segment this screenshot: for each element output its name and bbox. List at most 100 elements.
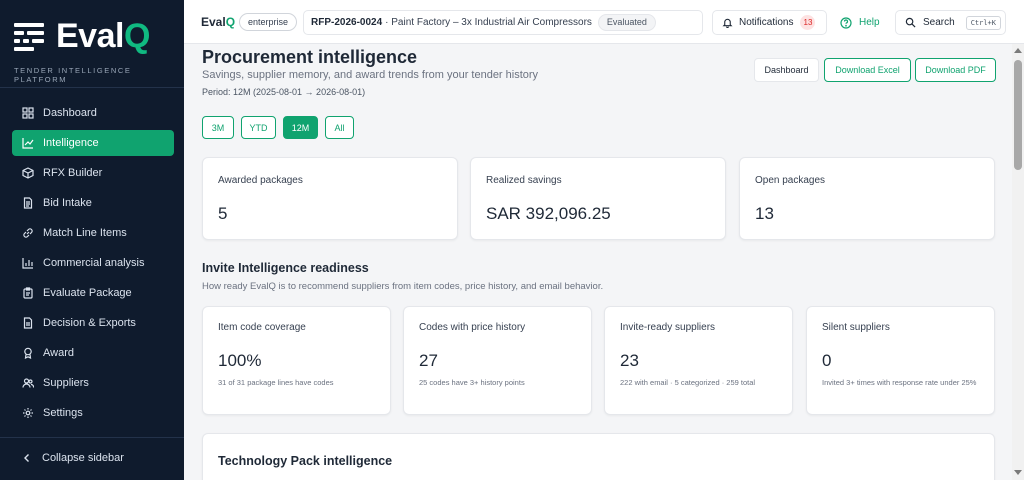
link-icon (23, 228, 33, 238)
scroll-up-arrow-icon[interactable] (1014, 48, 1022, 53)
sidebar-item-label: Suppliers (43, 377, 89, 389)
range-ytd-button[interactable]: YTD (241, 116, 276, 139)
search-button[interactable]: Search Ctrl+K (895, 10, 1006, 35)
download-pdf-button[interactable]: Download PDF (915, 58, 996, 82)
main-content: Procurement intelligence Savings, suppli… (184, 44, 1012, 480)
sidebar-nav: Dashboard Intelligence RFX Builder Bid I… (12, 100, 174, 430)
readiness-note: Invited 3+ times with response rate unde… (822, 378, 977, 387)
rfp-status-badge: Evaluated (597, 14, 656, 31)
dashboard-button[interactable]: Dashboard (754, 58, 819, 82)
kpi-value: 5 (218, 204, 228, 223)
download-excel-button[interactable]: Download Excel (824, 58, 911, 82)
users-icon (22, 378, 34, 388)
collapse-sidebar-button[interactable]: Collapse sidebar (22, 452, 124, 464)
kpi-value: 13 (755, 204, 774, 223)
readiness-value: 0 (822, 351, 832, 370)
range-12m-button[interactable]: 12M (283, 116, 318, 139)
sidebar-item-rfx-builder[interactable]: RFX Builder (12, 160, 174, 186)
notifications-label: Notifications (739, 17, 794, 28)
chevron-left-icon (24, 454, 29, 462)
sidebar-item-label: Commercial analysis (43, 257, 145, 269)
cube-icon (22, 167, 34, 179)
sidebar-item-match-line-items[interactable]: Match Line Items (12, 220, 174, 246)
sidebar-item-label: Award (43, 347, 74, 359)
kpi-label: Open packages (755, 175, 826, 186)
bar-chart-icon (22, 258, 33, 269)
environment-badge: enterprise (239, 13, 298, 31)
document-icon (23, 197, 33, 209)
scrollbar-thumb[interactable] (1014, 60, 1022, 170)
readiness-card-silent-suppliers: Silent suppliers 0 Invited 3+ times with… (806, 306, 995, 415)
sidebar-item-decision-exports[interactable]: Decision & Exports (12, 310, 174, 336)
sidebar-item-intelligence[interactable]: Intelligence (12, 130, 174, 156)
readiness-note: 31 of 31 package lines have codes (218, 378, 334, 387)
rfp-title: · Paint Factory – 3x Industrial Air Comp… (385, 17, 592, 28)
sidebar-item-label: Match Line Items (43, 227, 127, 239)
logo[interactable]: EvalQ (14, 16, 150, 56)
bell-icon (722, 18, 733, 28)
readiness-card-invite-ready-suppliers: Invite-ready suppliers 23 222 with email… (604, 306, 793, 415)
readiness-value: 27 (419, 351, 438, 370)
sidebar-item-award[interactable]: Award (12, 340, 174, 366)
sidebar-item-label: Settings (43, 407, 83, 419)
sidebar-item-dashboard[interactable]: Dashboard (12, 100, 174, 126)
range-3m-button[interactable]: 3M (202, 116, 234, 139)
readiness-label: Codes with price history (419, 322, 526, 333)
sidebar: EvalQ TENDER INTELLIGENCE PLATFORM Dashb… (0, 0, 184, 480)
sidebar-item-label: Decision & Exports (43, 317, 136, 329)
search-shortcut: Ctrl+K (965, 15, 1001, 30)
readiness-label: Item code coverage (218, 322, 306, 333)
main-scrollbar[interactable] (1012, 44, 1024, 480)
readiness-note: 222 with email · 5 categorized · 259 tot… (620, 378, 756, 387)
readiness-label: Invite-ready suppliers (620, 322, 716, 333)
collapse-sidebar-label: Collapse sidebar (42, 452, 124, 464)
sidebar-item-evaluate-package[interactable]: Evaluate Package (12, 280, 174, 306)
readiness-card-codes-with-price-history: Codes with price history 27 25 codes hav… (403, 306, 592, 415)
file-export-icon (23, 317, 33, 329)
readiness-value: 100% (218, 351, 262, 370)
readiness-value: 23 (620, 351, 639, 370)
sidebar-divider (0, 437, 184, 438)
top-bar: EvalQ enterprise RFP-2026-0024 · Paint F… (184, 0, 1024, 44)
scroll-down-arrow-icon[interactable] (1014, 470, 1022, 475)
sidebar-item-label: Bid Intake (43, 197, 92, 209)
search-icon (905, 17, 916, 28)
readiness-label: Silent suppliers (822, 322, 890, 333)
sidebar-item-commercial-analysis[interactable]: Commercial analysis (12, 250, 174, 276)
help-circle-icon (840, 16, 852, 29)
search-label: Search (923, 17, 955, 28)
sidebar-divider (0, 87, 184, 88)
readiness-section-subtitle: How ready EvalQ is to recommend supplier… (202, 281, 604, 292)
notifications-button[interactable]: Notifications 13 (712, 10, 827, 35)
sidebar-item-settings[interactable]: Settings (12, 400, 174, 426)
tagline: TENDER INTELLIGENCE PLATFORM (14, 66, 132, 84)
range-all-button[interactable]: All (325, 116, 354, 139)
sidebar-item-label: Intelligence (43, 137, 99, 149)
kpi-label: Realized savings (486, 175, 562, 186)
page-title: Procurement intelligence (202, 47, 418, 67)
rfp-selector[interactable]: RFP-2026-0024 · Paint Factory – 3x Indus… (303, 10, 703, 35)
logo-mark-icon (14, 20, 50, 52)
logo-text: EvalQ (56, 17, 150, 55)
notifications-count-badge: 13 (800, 15, 816, 30)
grid-icon (22, 107, 34, 119)
kpi-label: Awarded packages (218, 175, 303, 186)
gear-icon (23, 408, 33, 418)
medal-icon (24, 347, 32, 359)
rfp-code: RFP-2026-0024 (311, 17, 383, 28)
readiness-note: 25 codes have 3+ history points (419, 378, 525, 387)
help-button[interactable]: Help (840, 10, 880, 35)
sidebar-item-bid-intake[interactable]: Bid Intake (12, 190, 174, 216)
sidebar-item-label: RFX Builder (43, 167, 103, 179)
help-label: Help (859, 17, 880, 28)
brand-name: EvalQ (201, 15, 236, 29)
readiness-section-title: Invite Intelligence readiness (202, 261, 369, 275)
kpi-card-realized-savings: Realized savings SAR 392,096.25 (470, 157, 726, 240)
kpi-card-open-packages: Open packages 13 (739, 157, 995, 240)
clipboard-icon (23, 287, 33, 299)
kpi-card-awarded-packages: Awarded packages 5 (202, 157, 458, 240)
period-label: Period: 12M (2025-08-01 → 2026-08-01) (202, 87, 366, 97)
chart-line-icon (22, 138, 34, 149)
sidebar-item-suppliers[interactable]: Suppliers (12, 370, 174, 396)
technology-pack-card: Technology Pack intelligence (202, 433, 995, 480)
